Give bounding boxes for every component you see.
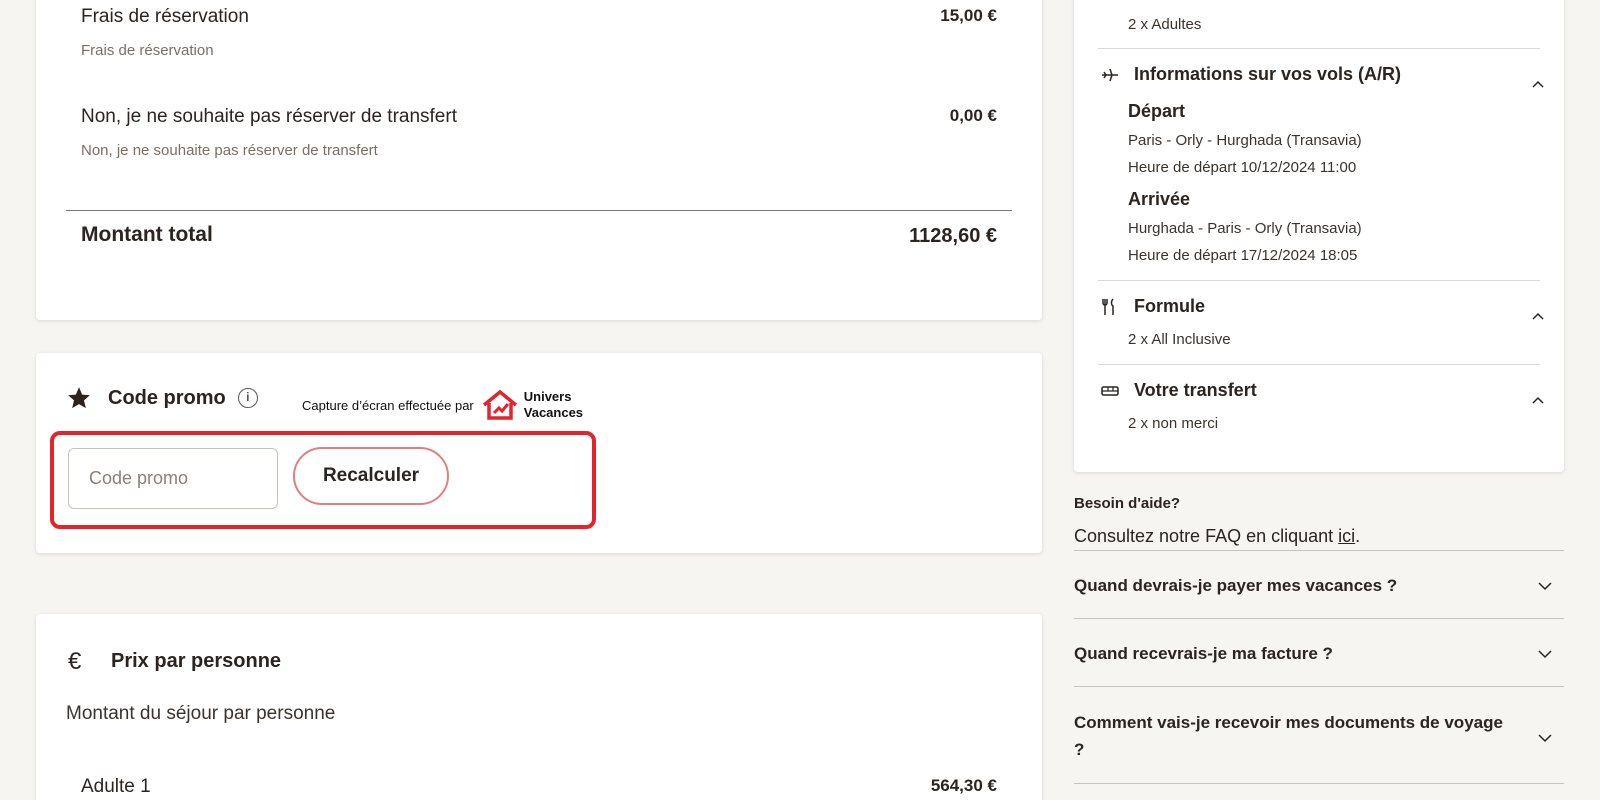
flights-title: Informations sur vos vols (A/R) xyxy=(1134,64,1402,84)
person-price: 564,30 € xyxy=(930,776,997,795)
line-item-title: Non, je ne souhaite pas réserver de tran… xyxy=(81,106,457,127)
transfer-value: 2 x non merci xyxy=(1128,415,1219,432)
promo-code-input[interactable] xyxy=(68,448,278,509)
watermark-brand-line1: Univers xyxy=(523,389,572,404)
promo-code-card: Code promo i Capture d’écran effectuée p… xyxy=(36,353,1042,553)
travellers-count: 2 x Adultes xyxy=(1128,16,1202,33)
promo-title: Code promo xyxy=(108,386,226,409)
price-per-person-subtitle: Montant du séjour par personne xyxy=(66,703,336,724)
booking-info-card: 2 x Adultes Informations sur vos vols (A… xyxy=(1074,0,1564,472)
transfer-section-header[interactable]: Votre transfert xyxy=(1100,380,1257,401)
line-item-subtitle: Non, je ne souhaite pas réserver de tran… xyxy=(81,142,378,159)
promo-highlight-box: Recalculer xyxy=(50,431,596,529)
departure-route: Paris - Orly - Hurghada (Transavia) xyxy=(1128,132,1362,149)
line-item-price: 15,00 € xyxy=(940,6,997,25)
line-item-transfer: Non, je ne souhaite pas réserver de tran… xyxy=(81,106,997,159)
euro-icon: € xyxy=(68,648,82,675)
divider xyxy=(66,210,1012,211)
faq-question: Quand devrais-je payer mes vacances ? xyxy=(1074,576,1398,595)
departure-time: Heure de départ 10/12/2024 11:00 xyxy=(1128,159,1357,176)
divider xyxy=(1098,48,1540,49)
arrival-time: Heure de départ 17/12/2024 18:05 xyxy=(1128,247,1358,264)
departure-title: Départ xyxy=(1128,101,1186,121)
formula-title: Formule xyxy=(1134,296,1206,316)
line-item-booking-fee: Frais de réservation Frais de réservatio… xyxy=(81,6,997,59)
watermark-text: Capture d’écran effectuée par xyxy=(302,397,474,413)
formula-value: 2 x All Inclusive xyxy=(1128,331,1231,348)
price-per-person-title: Prix par personne xyxy=(111,650,282,672)
faq-question: Comment vais-je recevoir mes documents d… xyxy=(1074,713,1503,759)
total-row: Montant total 1128,60 € xyxy=(81,223,997,247)
divider xyxy=(1098,280,1540,281)
watermark-brand: Univers Vacances xyxy=(524,389,583,421)
faq-item[interactable]: Comment vais-je recevoir mes documents d… xyxy=(1074,686,1564,784)
person-label: Adulte 1 xyxy=(81,776,151,797)
line-item-price: 0,00 € xyxy=(949,106,997,125)
line-item-subtitle: Frais de réservation xyxy=(81,42,214,59)
arrival-title: Arrivée xyxy=(1128,189,1191,209)
help-text-after: . xyxy=(1355,526,1361,546)
cutlery-icon xyxy=(1100,297,1120,317)
help-title: Besoin d'aide? xyxy=(1074,495,1181,512)
price-summary-card: Frais de réservation Frais de réservatio… xyxy=(36,0,1042,320)
help-text: Consultez notre FAQ en cliquant ici. xyxy=(1074,526,1360,547)
watermark-brand-line2: Vacances xyxy=(523,405,584,420)
flights-section-header[interactable]: Informations sur vos vols (A/R) xyxy=(1100,64,1401,85)
formula-section-header[interactable]: Formule xyxy=(1100,296,1205,317)
faq-question: Quand recevrais-je ma facture ? xyxy=(1074,644,1333,663)
chevron-down-icon xyxy=(1538,650,1552,659)
faq-link[interactable]: ici xyxy=(1338,526,1355,546)
bus-icon xyxy=(1100,381,1120,401)
help-text-before: Consultez notre FAQ en cliquant xyxy=(1074,526,1339,546)
line-item-title: Frais de réservation xyxy=(81,6,249,27)
univers-vacances-logo xyxy=(482,389,517,420)
info-icon[interactable]: i xyxy=(237,388,258,408)
arrival-route: Hurghada - Paris - Orly (Transavia) xyxy=(1128,220,1362,237)
faq-item[interactable]: Quand recevrais-je ma facture ? xyxy=(1074,618,1564,686)
screenshot-watermark: Capture d’écran effectuée par Univers Va… xyxy=(302,389,583,421)
chevron-down-icon xyxy=(1538,734,1552,743)
total-label: Montant total xyxy=(81,223,213,246)
plane-icon xyxy=(1100,65,1120,85)
chevron-up-icon[interactable] xyxy=(1530,308,1546,324)
total-price: 1128,60 € xyxy=(909,225,997,247)
star-icon xyxy=(68,387,90,409)
transfer-title: Votre transfert xyxy=(1134,380,1257,400)
person-price-row: Adulte 1 564,30 € xyxy=(81,776,997,798)
divider xyxy=(1098,364,1540,365)
faq-item[interactable]: Quand devrais-je payer mes vacances ? xyxy=(1074,550,1564,618)
chevron-up-icon[interactable] xyxy=(1530,392,1546,408)
promo-header: Code promo i xyxy=(66,385,258,411)
chevron-up-icon[interactable] xyxy=(1530,76,1546,92)
price-per-person-card: € Prix par personne Montant du séjour pa… xyxy=(36,614,1042,800)
chevron-down-icon xyxy=(1538,582,1552,591)
recalculate-button[interactable]: Recalculer xyxy=(293,447,449,505)
